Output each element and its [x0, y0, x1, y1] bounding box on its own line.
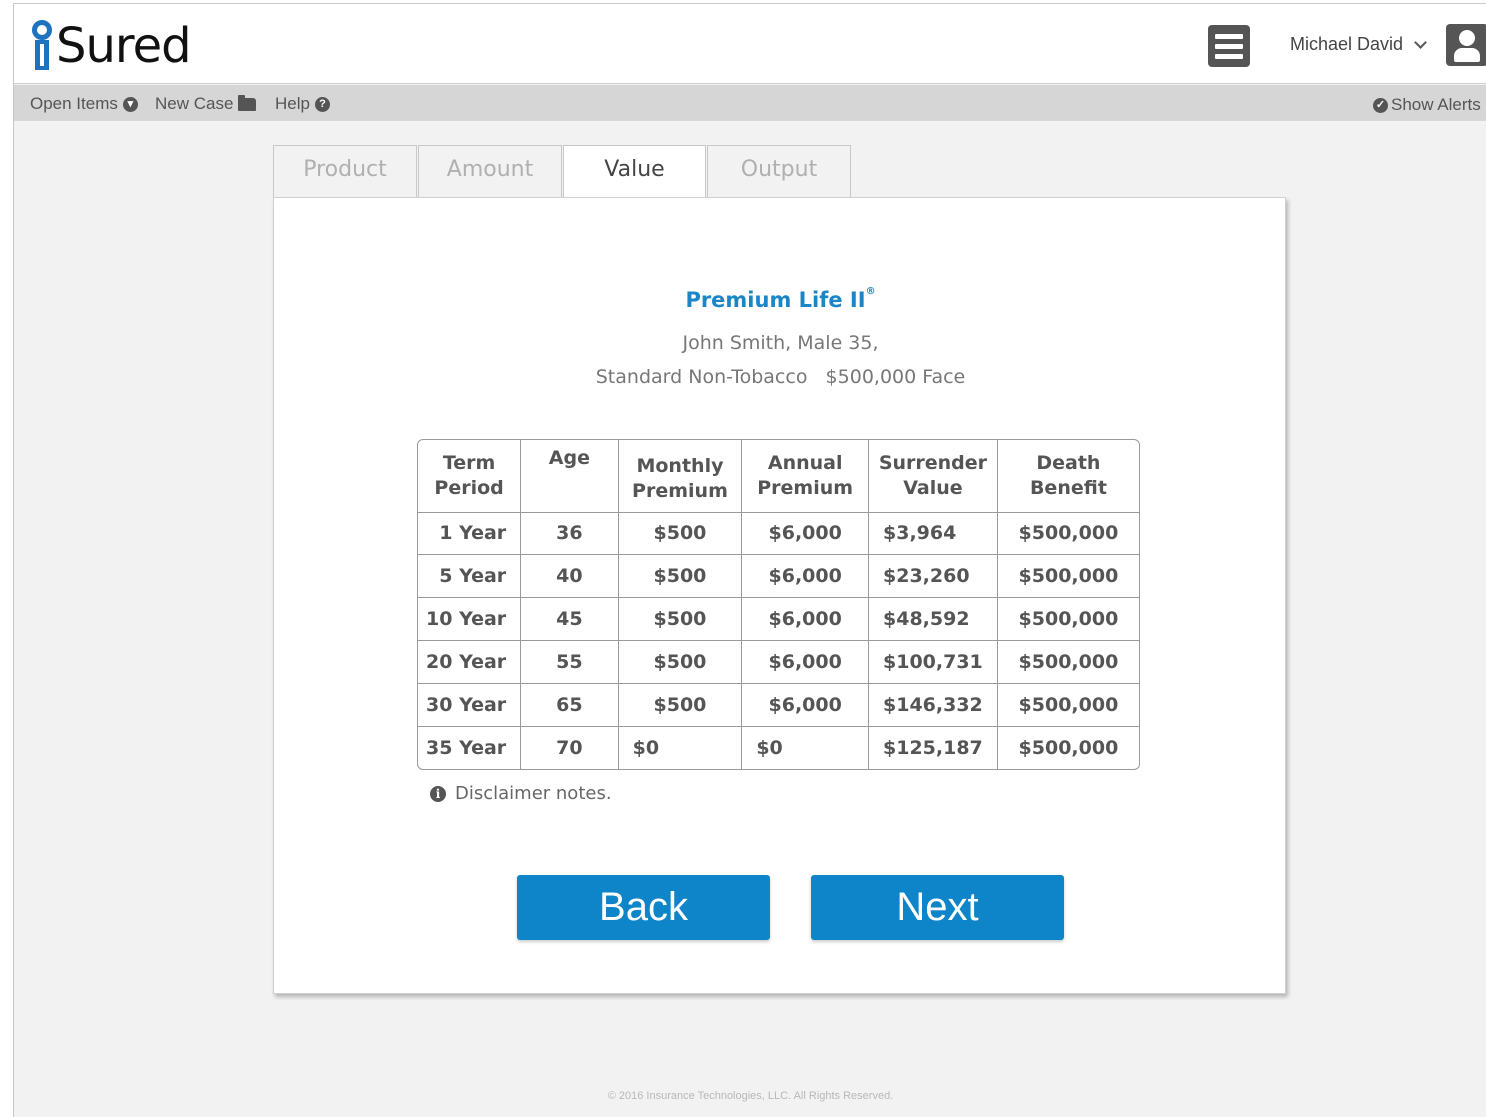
- product-name: Premium Life II: [685, 288, 866, 312]
- value-card: Premium Life II® John Smith, Male 35, St…: [273, 197, 1286, 994]
- cell-term: 35 Year: [418, 726, 522, 769]
- cell-term: 20 Year: [418, 640, 522, 684]
- check-circle-icon: ✓: [1373, 97, 1388, 113]
- cell-death: $500,000: [997, 683, 1139, 727]
- cell-monthly: $500: [618, 683, 743, 727]
- logo[interactable]: Sured: [31, 12, 192, 74]
- cell-monthly: $500: [618, 640, 743, 684]
- cell-term: 5 Year: [418, 554, 522, 599]
- table-header-row: Term Period Age Monthly Premium Annual Prem…: [418, 440, 1139, 513]
- col-header-death-benefit: Death Benefit: [997, 440, 1139, 513]
- open-items-link[interactable]: Open Items ▾: [30, 94, 138, 114]
- table-row: 5 Year 40 $500 $6,000 $23,260 $500,000: [418, 554, 1139, 599]
- cell-term: 1 Year: [418, 512, 522, 556]
- product-title: Premium Life II®: [274, 286, 1287, 312]
- i-mark-icon: [31, 20, 53, 72]
- cell-surrender: $146,332: [868, 683, 998, 727]
- cell-age: 55: [520, 640, 619, 684]
- question-circle-icon: ?: [314, 96, 330, 112]
- cell-death: $500,000: [997, 512, 1139, 556]
- header: Sured Michael David: [14, 4, 1486, 84]
- cell-age: 65: [520, 683, 619, 727]
- client-info-line1: John Smith, Male 35,: [682, 332, 879, 354]
- cell-monthly: $500: [618, 512, 743, 556]
- footer-copyright: © 2016 Insurance Technologies, LLC. All …: [607, 1090, 894, 1102]
- logo-text: Sured: [56, 18, 192, 74]
- col-header-annual-premium: Annual Premium: [741, 440, 870, 513]
- cell-annual: $6,000: [741, 512, 870, 556]
- cell-monthly: $500: [618, 597, 743, 641]
- table-row: 30 Year 65 $500 $6,000 $146,332 $500,000: [418, 683, 1139, 727]
- values-table: Term Period Age Monthly Premium Annual Prem…: [417, 439, 1140, 770]
- cell-age: 40: [520, 554, 619, 599]
- user-avatar-icon[interactable]: [1446, 24, 1486, 66]
- cell-monthly: $0: [618, 726, 743, 769]
- info-circle-icon: i: [430, 785, 446, 802]
- cell-annual: $6,000: [741, 640, 870, 684]
- new-case-label: New Case: [155, 94, 234, 113]
- cell-annual: $6,000: [741, 597, 870, 641]
- col-header-term-period: Term Period: [418, 440, 522, 513]
- cell-surrender: $48,592: [868, 597, 998, 641]
- circle-chevron-down-icon: ▾: [122, 96, 138, 112]
- col-header-monthly-premium: Monthly Premium: [618, 440, 743, 513]
- user-name[interactable]: Michael David: [1290, 34, 1403, 55]
- table-row: 10 Year 45 $500 $6,000 $48,592 $500,000: [418, 597, 1139, 641]
- help-label: Help: [275, 94, 310, 113]
- back-button[interactable]: Back: [517, 875, 770, 940]
- cell-age: 36: [520, 512, 619, 556]
- registered-mark: ®: [865, 286, 876, 297]
- cell-surrender: $100,731: [868, 640, 998, 684]
- table-row: 1 Year 36 $500 $6,000 $3,964 $500,000: [418, 512, 1139, 556]
- col-header-surrender-value: Surrender Value: [868, 440, 998, 513]
- col-header-age: Age: [520, 440, 619, 513]
- show-alerts-label: Show Alerts: [1391, 95, 1481, 114]
- cell-annual: $0: [741, 726, 870, 769]
- disclaimer[interactable]: i Disclaimer notes.: [430, 783, 612, 804]
- open-items-label: Open Items: [30, 94, 118, 113]
- chevron-down-icon[interactable]: [1414, 36, 1427, 49]
- tab-output[interactable]: Output: [707, 145, 851, 198]
- show-alerts-link[interactable]: ✓ Show Alerts: [1373, 95, 1481, 115]
- disclaimer-text: Disclaimer notes.: [455, 783, 612, 804]
- cell-age: 45: [520, 597, 619, 641]
- cell-age: 70: [520, 726, 619, 769]
- cell-death: $500,000: [997, 640, 1139, 684]
- cell-term: 10 Year: [418, 597, 522, 641]
- table-row: 35 Year 70 $0 $0 $125,187 $500,000: [418, 726, 1139, 769]
- cell-surrender: $3,964: [868, 512, 998, 556]
- cell-annual: $6,000: [741, 683, 870, 727]
- folder-open-icon: [238, 94, 257, 111]
- new-case-link[interactable]: New Case: [155, 94, 257, 114]
- table-row: 20 Year 55 $500 $6,000 $100,731 $500,000: [418, 640, 1139, 684]
- cell-death: $500,000: [997, 597, 1139, 641]
- tab-product[interactable]: Product: [273, 145, 417, 198]
- tab-value[interactable]: Value: [563, 145, 706, 199]
- app-frame: Sured Michael David Open Items ▾ New Cas…: [13, 3, 1486, 1117]
- cell-death: $500,000: [997, 554, 1139, 599]
- cell-surrender: $23,260: [868, 554, 998, 599]
- cell-monthly: $500: [618, 554, 743, 599]
- tab-amount[interactable]: Amount: [418, 145, 562, 198]
- client-info-line2: Standard Non-Tobacco $500,000 Face: [595, 366, 966, 388]
- cell-annual: $6,000: [741, 554, 870, 599]
- toolbar: Open Items ▾ New Case Help ? ✓ Show Aler…: [14, 85, 1486, 121]
- next-button[interactable]: Next: [811, 875, 1064, 940]
- cell-death: $500,000: [1018, 736, 1119, 759]
- help-link[interactable]: Help ?: [275, 94, 330, 114]
- hamburger-menu-icon[interactable]: [1208, 25, 1250, 67]
- cell-term: 30 Year: [418, 683, 522, 727]
- cell-surrender: $125,187: [868, 726, 998, 769]
